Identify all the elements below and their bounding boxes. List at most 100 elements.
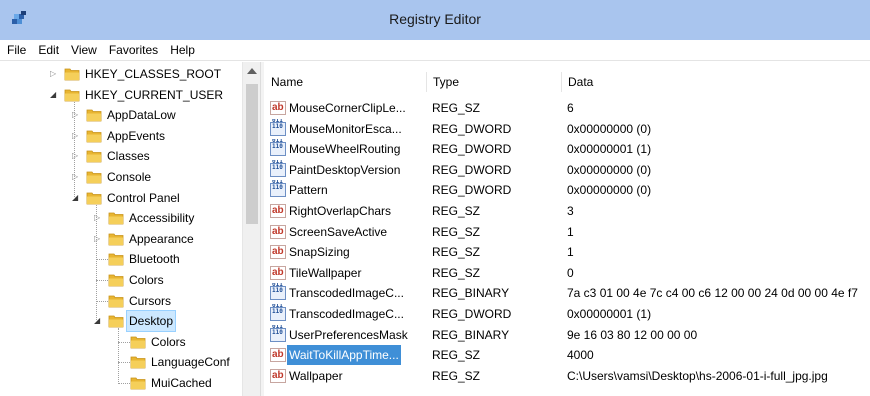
value-icon-glyph: ab — [272, 246, 284, 258]
tree-node[interactable]: ▷ AppDataLow — [0, 105, 242, 125]
menu-favorites[interactable]: Favorites — [103, 40, 164, 61]
registry-value-row[interactable]: 011 110 MouseWheelRouting REG_DWORD 0x000000… — [265, 139, 870, 159]
registry-value-row[interactable]: ab ScreenSaveActive REG_SZ 1 — [265, 222, 870, 242]
tree-node[interactable]: MuiCached — [0, 373, 242, 393]
value-data: 0 — [567, 265, 574, 280]
scroll-up-arrow-icon[interactable] — [247, 68, 257, 74]
registry-value-row[interactable]: 011 110 MouseMonitorEsca... REG_DWORD 0x0000… — [265, 119, 870, 139]
registry-value-row[interactable]: 011 110 TranscodedImageC... REG_DWORD 0x0000… — [265, 304, 870, 324]
value-name: MouseCornerClipLe... — [289, 101, 406, 115]
title-bar[interactable]: Registry Editor — [0, 0, 870, 40]
value-type: REG_DWORD — [432, 183, 512, 198]
value-icon-glyph: ab — [272, 225, 284, 237]
tree-node[interactable]: LanguageConf — [0, 352, 242, 372]
value-name-cell: ab WaitToKillAppTime... — [270, 345, 426, 366]
menu-view[interactable]: View — [65, 40, 103, 61]
value-name: TileWallpaper — [289, 265, 362, 280]
value-data: 0x00000001 (1) — [567, 307, 652, 321]
tree-node[interactable]: Cursors — [0, 291, 242, 311]
registry-value-row[interactable]: 011 110 TranscodedImageC... REG_BINARY 7a c3… — [265, 283, 870, 303]
value-type: REG_DWORD — [432, 307, 512, 321]
tree-node[interactable]: ▷ Console — [0, 167, 242, 187]
menu-edit[interactable]: Edit — [32, 40, 65, 61]
collapse-arrow-icon[interactable]: ◢ — [72, 188, 81, 208]
registry-value-row[interactable]: ab RightOverlapChars REG_SZ 3 — [265, 201, 870, 221]
menu-help[interactable]: Help — [164, 40, 201, 61]
tree-node[interactable]: Colors — [0, 332, 242, 352]
value-type: REG_BINARY — [432, 286, 510, 301]
expand-arrow-icon[interactable]: ▷ — [72, 167, 81, 187]
tree-node[interactable]: Colors — [0, 270, 242, 290]
binary-value-icon: 011 110 — [270, 119, 286, 136]
expand-arrow-icon[interactable]: ▷ — [94, 208, 103, 228]
column-header-name[interactable]: Name — [265, 72, 427, 92]
value-data: 0x00000000 (0) — [567, 121, 652, 136]
value-type: REG_DWORD — [432, 121, 512, 136]
value-name-cell: ab ScreenSaveActive — [270, 222, 426, 242]
value-name-cell: ab TileWallpaper — [270, 263, 426, 283]
column-header-type[interactable]: Type — [427, 72, 562, 92]
tree-node-label: AppEvents — [107, 128, 166, 143]
registry-value-row[interactable]: ab SnapSizing REG_SZ 1 — [265, 242, 870, 262]
tree-node-label: Cursors — [129, 293, 172, 308]
registry-value-row[interactable]: ab MouseCornerClipLe... REG_SZ 6 — [265, 98, 870, 118]
value-data: 7a c3 01 00 4e 7c c4 00 c6 12 00 00 24 0… — [567, 286, 858, 301]
value-name: TranscodedImageC... — [289, 307, 404, 321]
tree-node[interactable]: ◢ Control Panel — [0, 188, 242, 208]
menu-file[interactable]: File — [0, 40, 32, 61]
value-name: WaitToKillAppTime... — [287, 345, 401, 366]
tree-node[interactable]: ◢ Desktop — [0, 310, 242, 333]
tree-node[interactable]: ▷ AppEvents — [0, 126, 242, 146]
tree-node-label: Console — [107, 170, 152, 184]
tree-node[interactable]: ▷ Accessibility — [0, 208, 242, 228]
expand-arrow-icon[interactable]: ▷ — [72, 105, 81, 125]
value-data: 0x00000000 (0) — [567, 162, 652, 177]
registry-tree[interactable]: ▷ HKEY_CLASSES_ROOT ◢ HKEY_CURRENT_USER ▷ App… — [0, 62, 263, 396]
value-type: REG_SZ — [432, 348, 481, 363]
value-data: C:\Users\vamsi\Desktop\hs-2006-01-i-full… — [567, 368, 828, 383]
tree-node-label: Accessibility — [129, 211, 195, 226]
value-name-cell: 011 110 Pattern — [270, 180, 426, 200]
value-name-cell: 011 110 PaintDesktopVersion — [270, 160, 426, 180]
expand-arrow-icon[interactable]: ▷ — [72, 126, 81, 146]
registry-value-row[interactable]: 011 110 Pattern REG_DWORD 0x00000000 (0) — [265, 180, 870, 200]
registry-value-row[interactable]: ab WaitToKillAppTime... REG_SZ 4000 — [265, 345, 870, 366]
tree-node[interactable]: ▷ Classes — [0, 146, 242, 166]
value-icon-glyph: 011 110 — [272, 283, 283, 295]
folder-icon — [64, 68, 80, 81]
column-header-data[interactable]: Data — [562, 72, 870, 92]
value-icon-glyph: ab — [272, 349, 284, 361]
tree-node-label: Colors — [129, 273, 164, 287]
tree-vertical-scrollbar[interactable] — [242, 62, 260, 396]
folder-icon — [86, 109, 102, 122]
tree-node-label: AppDataLow — [107, 108, 176, 123]
expand-arrow-icon[interactable]: ▷ — [94, 229, 103, 249]
collapse-arrow-icon[interactable]: ◢ — [94, 311, 103, 331]
value-name: MouseWheelRouting — [289, 142, 401, 157]
scrollbar-thumb[interactable] — [246, 84, 258, 224]
expand-arrow-icon[interactable]: ▷ — [72, 146, 81, 166]
string-value-icon: ab — [270, 245, 286, 260]
tree-node[interactable]: ◢ HKEY_CURRENT_USER — [0, 85, 242, 105]
registry-value-row[interactable]: ab Wallpaper REG_SZ C:\Users\vamsi\Desktop\… — [265, 366, 870, 386]
registry-value-row[interactable]: 011 110 PaintDesktopVersion REG_DWORD 0x0000… — [265, 160, 870, 180]
value-icon-glyph: ab — [272, 102, 284, 113]
tree-node-label: Colors — [151, 334, 186, 349]
value-name-cell: 011 110 UserPreferencesMask — [270, 325, 426, 345]
registry-value-row[interactable]: ab TileWallpaper REG_SZ 0 — [265, 263, 870, 283]
tree-node[interactable]: Bluetooth — [0, 249, 242, 269]
folder-icon — [108, 233, 124, 246]
registry-value-row[interactable]: 011 110 UserPreferencesMask REG_BINARY 9e 16… — [265, 325, 870, 345]
binary-value-icon: 011 110 — [270, 283, 286, 301]
collapse-arrow-icon[interactable]: ◢ — [50, 85, 59, 105]
expand-arrow-icon[interactable]: ▷ — [50, 64, 59, 84]
tree-node-label: Control Panel — [107, 190, 180, 205]
value-data: 1 — [567, 245, 574, 260]
tree-node-label: Bluetooth — [129, 252, 180, 267]
values-list[interactable]: Name Type Data ab MouseCornerClipLe... REG… — [265, 62, 870, 396]
tree-node[interactable]: ▷ Appearance — [0, 229, 242, 249]
value-name: PaintDesktopVersion — [289, 162, 401, 177]
tree-node[interactable]: ▷ HKEY_CLASSES_ROOT — [0, 64, 242, 84]
folder-icon — [108, 295, 124, 307]
pane-splitter[interactable] — [260, 62, 264, 396]
